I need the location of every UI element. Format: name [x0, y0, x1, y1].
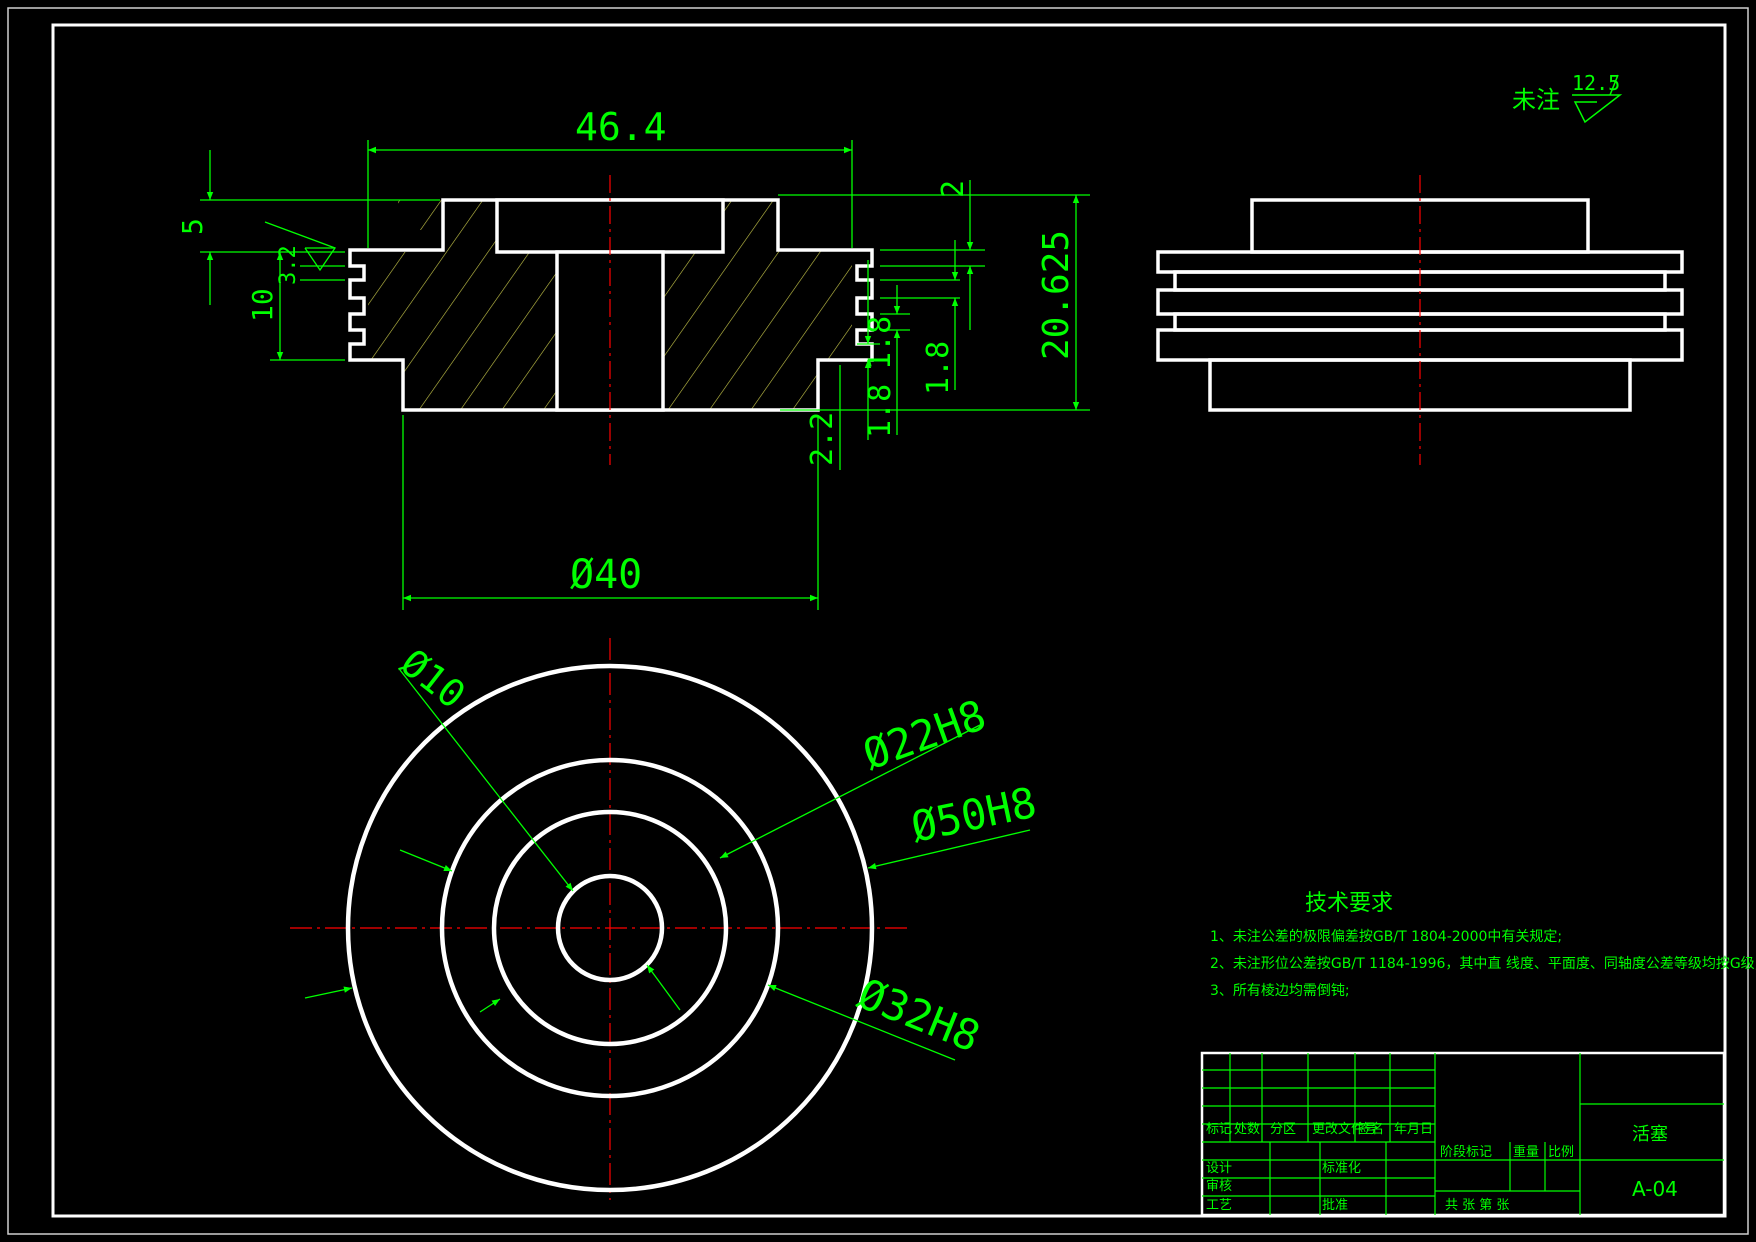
section-view [348, 175, 874, 465]
tb-label: 签名 [1358, 1121, 1384, 1137]
tb-label: 处数 [1234, 1122, 1260, 1137]
top-view-dimension-text: Ø10 Ø22H8 Ø50H8 Ø32H8 [392, 640, 1040, 1061]
dim-groove-2-2: 2.2 [805, 412, 840, 466]
side-view [1156, 175, 1684, 465]
dim-step-5: 5 [176, 218, 209, 235]
tb-label: 标准化 [1322, 1161, 1361, 1176]
tb-label: 共 张 第 张 [1445, 1198, 1509, 1213]
dim-diameter-40: Ø40 [570, 552, 642, 598]
tb-label: 标记 [1206, 1122, 1232, 1137]
tb-label: 阶段标记 [1440, 1145, 1492, 1160]
dim-step-10: 10 [246, 288, 279, 322]
title-block-text: 活塞 A-04 标记 处数 分区 更改文件号 签名 年月日 设计 标准化 审核 … [1206, 1121, 1678, 1213]
title-part-name: 活塞 [1632, 1124, 1668, 1145]
tech-requirement-item: 3、所有棱边均需倒钝; [1210, 983, 1350, 999]
dim-groove-1-8-c: 1.8 [863, 384, 898, 438]
inner-frame [51, 23, 1727, 1218]
dim-diameter-32: Ø32H8 [851, 969, 987, 1062]
tb-label: 设计 [1206, 1161, 1232, 1176]
cad-drawing: 46.4 Ø40 5 10 3.2 20.625 2 1.8 1.8 1.8 2… [7, 7, 1756, 1235]
tb-label: 比例 [1548, 1145, 1574, 1160]
tb-label: 重量 [1513, 1144, 1539, 1160]
dim-groove-1-8-b: 1.8 [863, 316, 898, 370]
dim-diameter-10: Ø10 [392, 640, 473, 717]
tb-label: 分区 [1270, 1122, 1296, 1137]
tech-requirements: 技术要求 1、未注公差的极限偏差按GB/T 1804-2000中有关规定; 2、… [1210, 891, 1756, 999]
title-drawing-number: A-04 [1632, 1177, 1678, 1201]
dim-diameter-22: Ø22H8 [857, 690, 993, 779]
surface-finish-note: 未注 12.5 [1512, 71, 1623, 124]
tb-label: 批准 [1322, 1198, 1348, 1213]
dim-height-20-625: 20.625 [1036, 230, 1077, 360]
surface-finish-label: 未注 [1512, 86, 1560, 114]
tb-label: 工艺 [1206, 1198, 1232, 1213]
dim-width-46-4: 46.4 [575, 105, 667, 149]
surface-finish-value: 12.5 [1572, 71, 1620, 95]
dim-groove-1-8-a: 1.8 [921, 341, 956, 395]
tb-label: 审核 [1206, 1179, 1232, 1194]
tech-requirement-item: 2、未注形位公差按GB/T 1184-1996，其中直 线度、平面度、同轴度公差… [1210, 955, 1756, 972]
tb-label: 年月日 [1394, 1122, 1433, 1137]
dim-groove-2: 2 [936, 180, 971, 198]
outer-frame [7, 7, 1749, 1235]
dim-diameter-50: Ø50H8 [907, 778, 1041, 852]
dim-groove-3-2: 3.2 [276, 245, 301, 285]
tech-requirement-item: 1、未注公差的极限偏差按GB/T 1804-2000中有关规定; [1210, 929, 1562, 945]
top-view [290, 638, 910, 1200]
tech-requirements-heading: 技术要求 [1305, 891, 1393, 916]
